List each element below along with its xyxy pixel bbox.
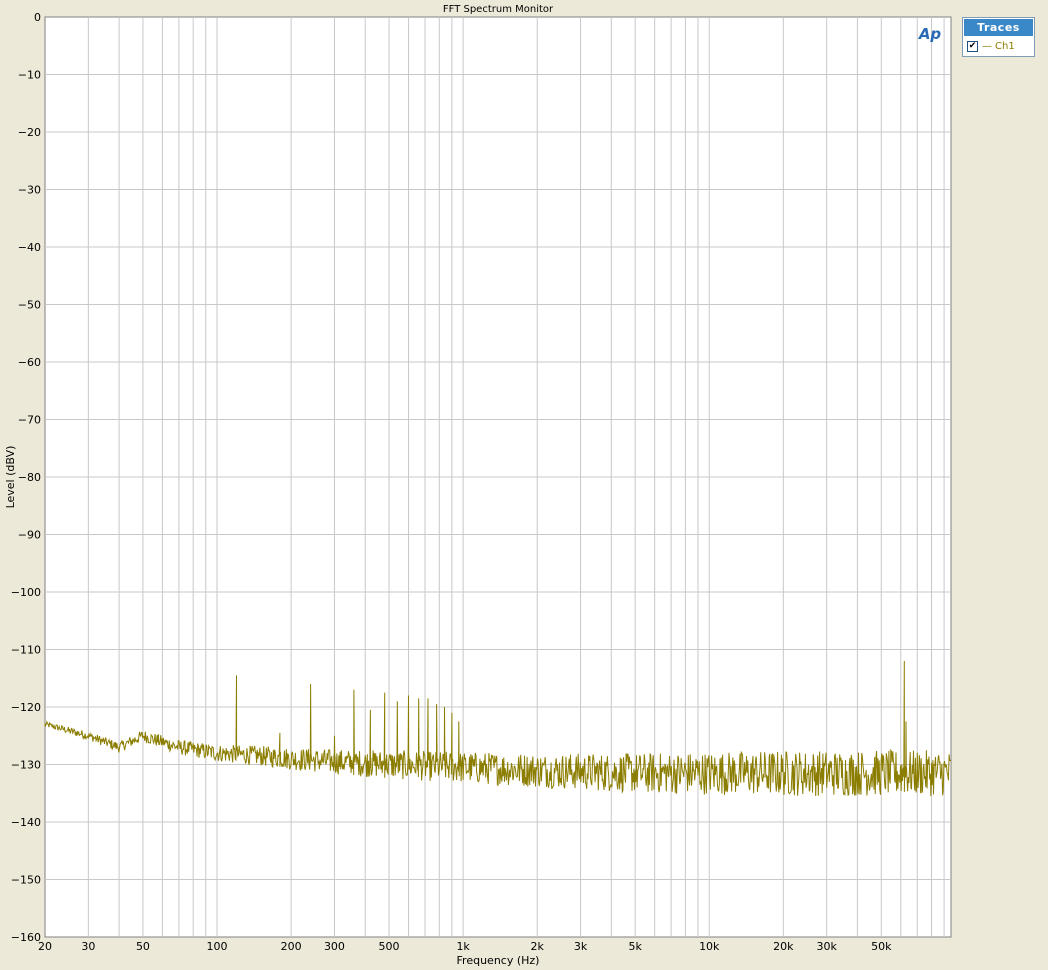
ap-logo: Ap xyxy=(918,25,942,43)
y-tick-label: −50 xyxy=(18,299,41,312)
y-tick-label: −80 xyxy=(18,471,41,484)
x-tick-label: 3k xyxy=(574,940,588,953)
y-tick-label: −100 xyxy=(11,586,41,599)
traces-panel: Traces ✔ — Ch1 xyxy=(962,17,1035,57)
x-tick-label: 5k xyxy=(628,940,642,953)
y-tick-label: −110 xyxy=(11,644,41,657)
y-tick-label: 0 xyxy=(34,11,41,24)
chart-title: FFT Spectrum Monitor xyxy=(443,4,554,15)
y-tick-label: −40 xyxy=(18,241,41,254)
y-tick-label: −30 xyxy=(18,184,41,197)
x-tick-label: 50k xyxy=(871,940,892,953)
y-tick-label: −130 xyxy=(11,759,41,772)
trace-color-swatch: — xyxy=(982,40,992,52)
y-tick-label: −20 xyxy=(18,126,41,139)
x-tick-label: 30k xyxy=(816,940,837,953)
y-tick-label: −60 xyxy=(18,356,41,369)
y-tick-label: −70 xyxy=(18,414,41,427)
x-tick-label: 10k xyxy=(699,940,720,953)
x-tick-label: 30 xyxy=(81,940,95,953)
x-tick-label: 2k xyxy=(531,940,545,953)
x-axis-label: Frequency (Hz) xyxy=(457,954,540,967)
y-tick-label: −160 xyxy=(11,931,41,944)
trace-checkbox[interactable]: ✔ xyxy=(967,40,978,52)
fft-chart: FFT Spectrum Monitor 0 −10 −20 −30 −40 −50 −60… xyxy=(4,4,952,967)
y-tick-label: −10 xyxy=(18,69,41,82)
y-tick-label: −90 xyxy=(18,529,41,542)
x-tick-label: 100 xyxy=(207,940,228,953)
x-tick-label: 1k xyxy=(456,940,470,953)
y-tick-label: −120 xyxy=(11,701,41,714)
x-tick-label: 500 xyxy=(379,940,400,953)
traces-header: Traces xyxy=(964,19,1033,36)
trace-label: Ch1 xyxy=(995,40,1015,52)
y-axis-label: Level (dBV) xyxy=(4,446,17,509)
x-tick-label: 20 xyxy=(38,940,52,953)
y-tick-label: −150 xyxy=(11,874,41,887)
trace-item-ch1[interactable]: ✔ — Ch1 xyxy=(963,37,1034,55)
x-tick-label: 200 xyxy=(281,940,302,953)
x-tick-label: 300 xyxy=(324,940,345,953)
y-tick-label: −140 xyxy=(11,816,41,829)
x-tick-label: 50 xyxy=(136,940,150,953)
x-tick-label: 20k xyxy=(773,940,794,953)
